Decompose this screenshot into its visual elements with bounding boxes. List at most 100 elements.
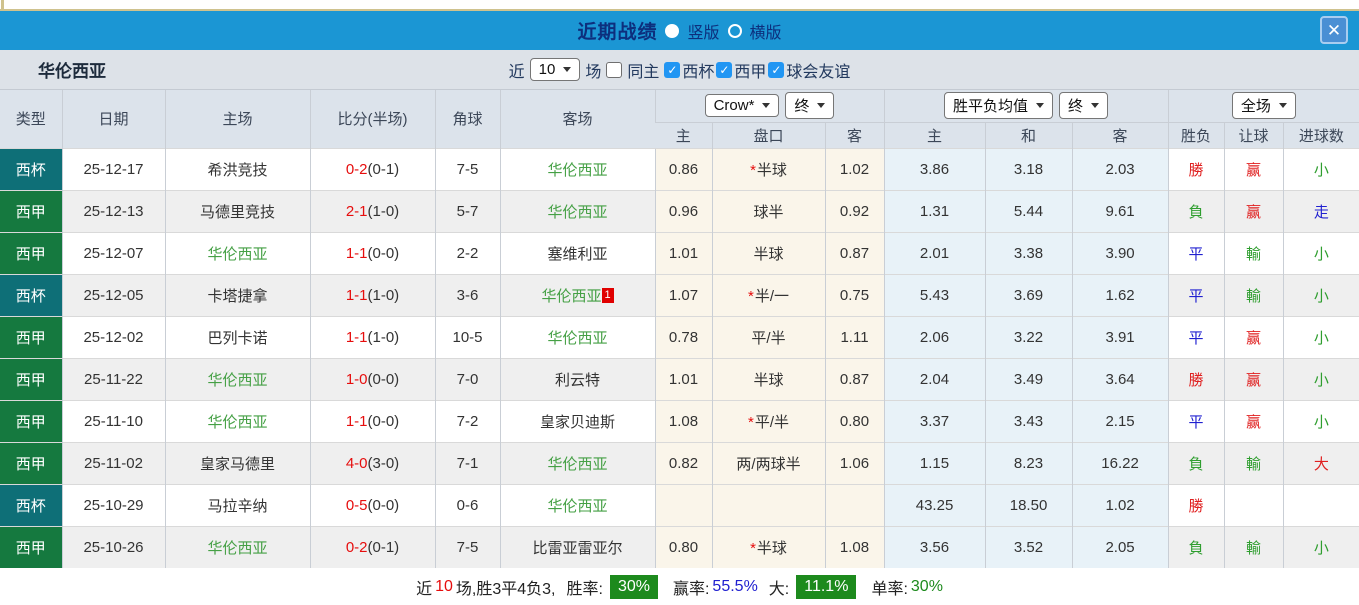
win-odds-label: 赢率:: [672, 580, 710, 598]
outcome-result: 負: [1167, 189, 1225, 232]
filter-checkbox-球会友谊[interactable]: ✓: [768, 61, 785, 78]
subcol-handicap-result: 让球: [1223, 121, 1284, 148]
result-group-header: 全场: [1167, 90, 1359, 122]
match-score: 4-0(3-0): [309, 441, 435, 484]
odds-home: 1.07: [654, 273, 712, 316]
radio-vertical-layout[interactable]: [665, 23, 680, 38]
handicap-result: [1223, 483, 1284, 526]
match-type-badge: 西甲: [0, 357, 62, 400]
odds-home: 1.01: [654, 231, 712, 274]
same-home-checkbox[interactable]: [606, 61, 623, 78]
summary-bar: 近 10 场,胜3平4负3, 胜率: 30% 赢率: 55.5% 大: 11.1% 单…: [0, 568, 1359, 605]
avg-away-odds: 2.03: [1071, 147, 1169, 190]
away-team[interactable]: 华伦西亚: [499, 147, 655, 190]
filter-label[interactable]: 西甲: [734, 58, 766, 82]
table-row: 西甲 25-12-07 华伦西亚 1-1(0-0) 2-2 塞维利亚 1.01 半球 0.87 2…: [0, 231, 1359, 274]
away-team[interactable]: 塞维利亚: [499, 231, 655, 274]
handicap-line: *半球: [711, 147, 825, 190]
avg-draw-odds: 8.23: [984, 441, 1073, 484]
radio-vertical-label[interactable]: 竖版: [687, 19, 719, 43]
table-row: 西甲 25-10-26 华伦西亚 0-2(0-1) 7-5 比雷亚雷亚尔 0.80 *半球 1.…: [0, 525, 1359, 568]
away-team[interactable]: 皇家贝迪斯: [499, 399, 655, 442]
handicap-line: *半球: [711, 525, 825, 568]
avg-home-odds: 1.31: [883, 189, 986, 232]
avg-draw-odds: 3.49: [984, 357, 1073, 400]
away-team[interactable]: 华伦西亚: [499, 441, 655, 484]
avg-away-odds: 3.90: [1071, 231, 1169, 274]
goals-result: 小: [1282, 357, 1359, 400]
goals-result: 小: [1282, 147, 1359, 190]
match-type-badge: 西杯: [0, 147, 62, 190]
bookmaker-select-value: Crow*: [713, 97, 755, 115]
away-team[interactable]: 华伦西亚: [499, 483, 655, 526]
col-header-date: 日期: [61, 90, 165, 148]
home-team[interactable]: 皇家马德里: [164, 441, 310, 484]
corner-count: 7-0: [434, 357, 500, 400]
avg-type-select-value: 胜平负均值: [953, 98, 1029, 116]
filter-checkbox-西杯[interactable]: ✓: [664, 61, 681, 78]
away-team[interactable]: 华伦西亚: [499, 189, 655, 232]
away-team[interactable]: 华伦西亚: [499, 315, 655, 358]
subcol-odds-away: 客: [824, 121, 885, 148]
big-label: 大:: [768, 580, 790, 598]
odds-time-select[interactable]: 终: [785, 92, 835, 120]
odds-away: 1.02: [824, 147, 885, 190]
odds-home: [654, 483, 712, 526]
outcome-result: 平: [1167, 273, 1225, 316]
away-team[interactable]: 利云特: [499, 357, 655, 400]
match-score: 0-2(0-1): [309, 147, 435, 190]
filter-label[interactable]: 球会友谊: [786, 58, 850, 82]
handicap-line: 平/半: [711, 315, 825, 358]
goals-result: 大: [1282, 441, 1359, 484]
radio-horizontal-layout[interactable]: [727, 23, 742, 38]
same-home-label[interactable]: 同主: [627, 58, 659, 82]
close-button[interactable]: ✕: [1320, 16, 1348, 44]
avg-type-select[interactable]: 胜平负均值: [944, 92, 1054, 120]
odds-away: 0.80: [824, 399, 885, 442]
home-team[interactable]: 希洪竞技: [164, 147, 310, 190]
avg-away-odds: 3.64: [1071, 357, 1169, 400]
home-team[interactable]: 华伦西亚: [164, 525, 310, 568]
summary-near: 近: [416, 580, 433, 598]
matches-suffix-label: 场: [585, 63, 602, 81]
avg-home-odds: 3.86: [883, 147, 986, 190]
avg-draw-odds: 3.43: [984, 399, 1073, 442]
match-count-select[interactable]: 10: [529, 58, 581, 81]
home-team[interactable]: 巴列卡诺: [164, 315, 310, 358]
avg-away-odds: 3.91: [1071, 315, 1169, 358]
goals-result: 小: [1282, 525, 1359, 568]
avg-away-odds: 2.05: [1071, 525, 1169, 568]
period-select[interactable]: 全场: [1231, 92, 1296, 120]
home-team[interactable]: 马德里竞技: [164, 189, 310, 232]
home-team[interactable]: 卡塔捷拿: [164, 273, 310, 316]
odds-home: 1.01: [654, 357, 712, 400]
chevron-down-icon: [563, 67, 572, 72]
chevron-down-icon: [1091, 103, 1100, 109]
bookmaker-select[interactable]: Crow*: [704, 94, 780, 118]
avg-home-odds: 43.25: [883, 483, 986, 526]
home-team[interactable]: 华伦西亚: [164, 399, 310, 442]
outcome-result: 勝: [1167, 147, 1225, 190]
close-icon: ✕: [1326, 20, 1342, 40]
avg-home-odds: 2.04: [883, 357, 986, 400]
corner-count: 7-5: [434, 525, 500, 568]
away-team[interactable]: 比雷亚雷亚尔: [499, 525, 655, 568]
avg-away-odds: 16.22: [1071, 441, 1169, 484]
table-row: 西杯 25-10-29 马拉辛纳 0-5(0-0) 0-6 华伦西亚 43.25 18.50 1…: [0, 483, 1359, 526]
home-team[interactable]: 马拉辛纳: [164, 483, 310, 526]
radio-horizontal-label[interactable]: 横版: [750, 19, 782, 43]
top-strip: [0, 0, 1359, 11]
filter-checkbox-西甲[interactable]: ✓: [716, 61, 733, 78]
avg-draw-odds: 18.50: [984, 483, 1073, 526]
competition-filters: ✓ 西杯 ✓ 西甲 ✓ 球会友谊: [664, 58, 850, 82]
away-team[interactable]: 华伦西亚 1: [499, 273, 655, 316]
home-team[interactable]: 华伦西亚: [164, 231, 310, 274]
subcol-handicap: 盘口: [711, 121, 825, 148]
odds-away: 1.11: [824, 315, 885, 358]
subcol-goals: 进球数: [1282, 121, 1359, 148]
home-team[interactable]: 华伦西亚: [164, 357, 310, 400]
avg-time-select[interactable]: 终: [1059, 92, 1109, 120]
corner-count: 7-1: [434, 441, 500, 484]
table-row: 西杯 25-12-05 卡塔捷拿 1-1(1-0) 3-6 华伦西亚 1 1.07 *半/一 0.…: [0, 273, 1359, 316]
filter-label[interactable]: 西杯: [682, 58, 714, 82]
